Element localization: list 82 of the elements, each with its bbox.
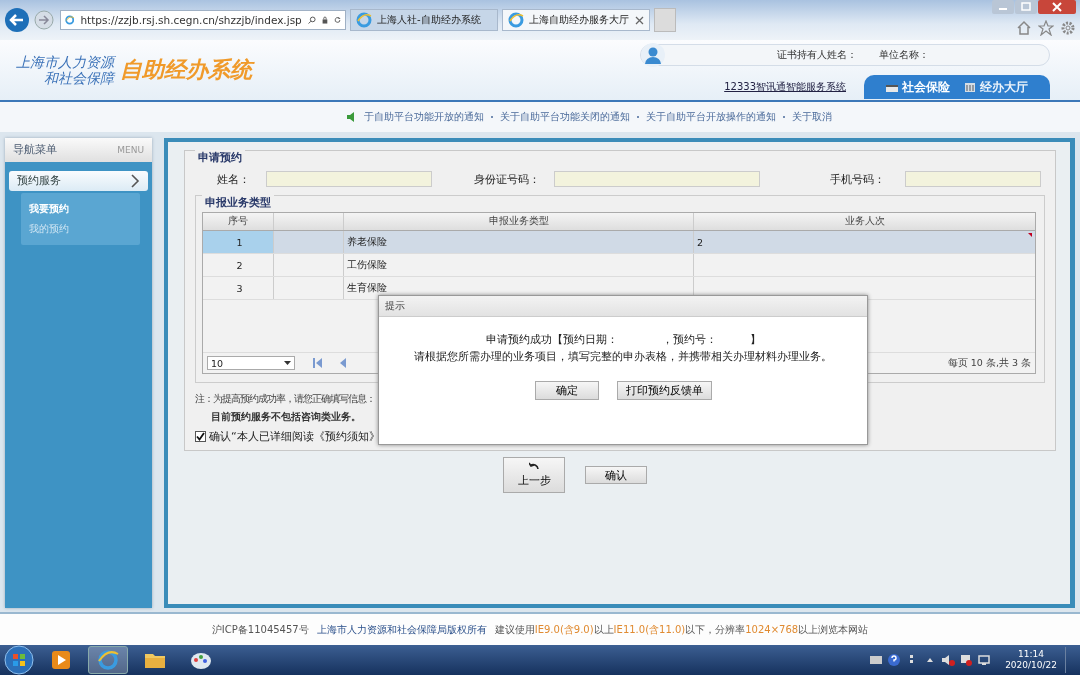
chevron-icon [131, 174, 140, 188]
volume-icon[interactable] [941, 653, 956, 667]
print-button[interactable]: 打印预约反馈单 [616, 381, 712, 400]
note-text: 目前预约服务不包括咨询类业务。 [211, 410, 362, 424]
browser-tab[interactable]: 上海自助经办服务大厅 [502, 9, 650, 31]
input-field[interactable] [266, 171, 432, 187]
sidebar-subtitle: MENU [117, 145, 144, 155]
field-label: 身份证号码： [474, 171, 540, 187]
help-icon[interactable] [887, 653, 902, 667]
browser-icon [508, 12, 524, 28]
user-field-label: 单位名称： [879, 48, 929, 62]
dialog-title: 提示 [385, 299, 405, 313]
column-header: 序号 [203, 213, 274, 230]
speaker-icon [347, 112, 357, 122]
star-icon[interactable] [1038, 20, 1054, 36]
notice-link[interactable]: 于自助平台功能开放的通知 [364, 110, 484, 124]
icp-number: 沪ICP备11045457号 [211, 622, 309, 637]
table-row[interactable]: 1 养老保险 2 [203, 231, 1035, 254]
service-link[interactable]: 12333智讯通智能服务系统 [724, 80, 846, 94]
logo-text: 和社会保障 [44, 70, 114, 86]
first-page-icon[interactable] [313, 358, 322, 368]
input-field[interactable] [554, 171, 760, 187]
flag-icon[interactable] [959, 653, 974, 667]
search-icon[interactable] [307, 13, 316, 27]
section-title: 申报业务类型 [202, 195, 274, 210]
notice-link[interactable]: 关于自助平台功能关闭的通知 [500, 110, 630, 124]
back-icon[interactable] [4, 7, 30, 33]
notice-link[interactable]: 关于取消 [792, 110, 832, 124]
close-icon[interactable] [1038, 0, 1076, 14]
browser-icon [356, 12, 372, 28]
address-text: https://zzjb.rsj.sh.cegn.cn/shzzjb/index.jsp [80, 14, 302, 26]
settings-icon[interactable] [1060, 20, 1076, 36]
table-row[interactable]: 2 工伤保险 [203, 254, 1035, 277]
pager-summary: 每页 10 条,共 3 条 [947, 356, 1031, 370]
start-button-icon[interactable] [4, 645, 34, 675]
dialog-message: 申请预约成功【预约日期： ，预约号： 】 [485, 333, 761, 347]
home-icon[interactable] [1016, 20, 1032, 36]
column-header: 申报业务类型 [344, 213, 694, 230]
field-label: 姓名： [217, 171, 250, 187]
row-number-cell: 3 [203, 277, 274, 299]
note-text: 注：为提高预约成功率，请您正确填写信息： [195, 392, 376, 406]
tray-icon [886, 82, 898, 93]
dropdown-icon [284, 361, 291, 365]
notice-link[interactable]: 关于自助平台开放操作的通知 [646, 110, 776, 124]
checkmark-icon [196, 432, 205, 441]
network-icon[interactable] [977, 653, 992, 667]
confirm-button[interactable]: 确认 [585, 466, 647, 484]
table-cell: 工伤保险 [344, 254, 694, 276]
page-size-select[interactable]: 10 [207, 356, 295, 370]
checkbox[interactable] [195, 431, 206, 442]
forward-icon[interactable] [34, 10, 54, 30]
ok-button[interactable]: 确定 [534, 381, 599, 400]
field-label: 手机号码： [830, 171, 885, 187]
media-player-icon [49, 648, 73, 672]
lock-icon[interactable] [322, 14, 328, 26]
column-header: 业务人次 [843, 214, 886, 228]
user-field-label: 证书持有人姓名： [777, 48, 857, 62]
browser-icon [96, 648, 120, 672]
browser-advice-text: 建议使用IE9.0(含9.0)以上IE11.0(含11.0)以下，分辨率1024×768以上浏览本网站 [494, 622, 869, 637]
copyright-text: 上海市人力资源和社会保障局版权所有 [316, 622, 487, 637]
refresh-icon[interactable] [333, 14, 341, 26]
dialog-message: 请根据您所需办理的业务项目，填写完整的申办表格，并携带相关办理材料办理业务。 [414, 350, 832, 364]
back-button[interactable]: 上一步 [503, 457, 565, 493]
header-tab[interactable]: 社会保险 [886, 79, 950, 96]
sidebar-title: 导航菜单 [13, 143, 57, 157]
address-bar[interactable]: https://zzjb.rsj.sh.cegn.cn/shzzjb/index.jsp [60, 10, 346, 30]
row-number-cell: 2 [203, 254, 274, 276]
building-icon [964, 82, 976, 93]
undo-icon [529, 462, 539, 470]
row-number-cell: 1 [203, 231, 274, 253]
section-title: 申请预约 [195, 150, 245, 165]
close-icon[interactable] [635, 15, 644, 25]
clock[interactable]: 11:14 2020/10/22 [1005, 649, 1057, 671]
input-field[interactable] [905, 171, 1041, 187]
logo-text: 上海市人力资源 [16, 54, 114, 70]
menu-item[interactable]: 预约服务 [9, 171, 148, 191]
previous-page-icon[interactable] [340, 358, 346, 368]
table-cell: 2 [694, 231, 1035, 253]
checkbox-label: 确认“本人已详细阅读《预约须知》 [209, 429, 380, 444]
browser-tab[interactable]: 上海人社-自助经办系统 [350, 9, 498, 31]
table-cell: 养老保险 [344, 231, 694, 253]
header-tab[interactable]: 经办大厅 [964, 79, 1028, 96]
